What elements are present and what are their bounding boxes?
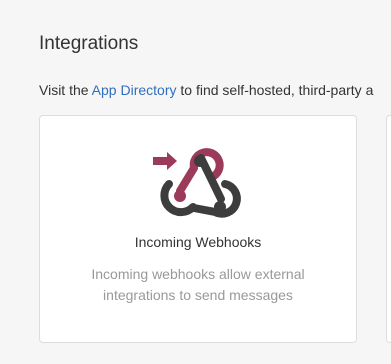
integration-card-next[interactable] — [386, 115, 391, 343]
integrations-page: Integrations Visit the App Directory to … — [0, 0, 391, 364]
integration-card-title: Incoming Webhooks — [134, 234, 262, 250]
page-title: Integrations — [39, 33, 139, 54]
integration-card-description: Incoming webhooks allow external integra… — [91, 266, 305, 303]
intro-prefix: Visit the — [39, 82, 92, 98]
webhook-icon — [153, 148, 241, 218]
integration-card-incoming-webhooks[interactable]: Incoming Webhooks Incoming webhooks allo… — [39, 115, 357, 343]
intro-suffix: to find self-hosted, third-party a — [176, 82, 374, 98]
app-directory-link[interactable]: App Directory — [92, 82, 177, 98]
intro-text: Visit the App Directory to find self-hos… — [39, 82, 373, 98]
